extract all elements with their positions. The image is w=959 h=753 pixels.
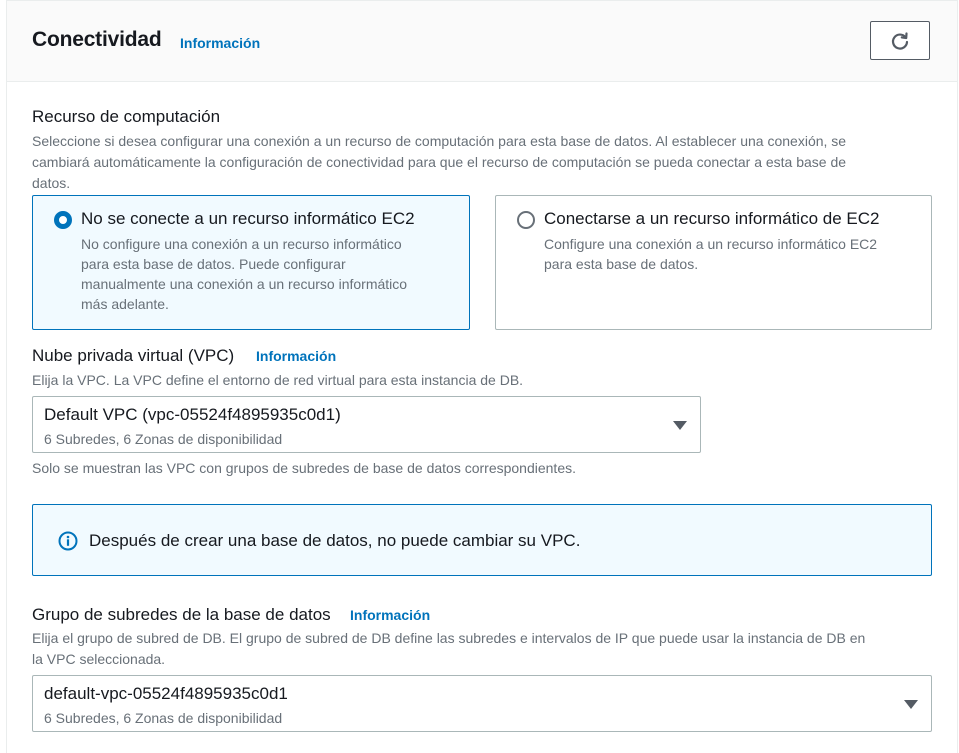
- vpc-selected-sub: 6 Subredes, 6 Zonas de disponibilidad: [44, 431, 283, 447]
- compute-resource-description: Seleccione si desea configurar una conex…: [32, 133, 847, 191]
- alert-text: Después de crear una base de datos, no p…: [89, 531, 581, 550]
- vpc-label: Nube privada virtual (VPC): [32, 346, 235, 365]
- option-title: No se conecte a un recurso informático E…: [81, 209, 415, 228]
- subnet-group-description: Elija el grupo de subred de DB. El grupo…: [32, 630, 866, 667]
- connectivity-panel: Conectividad Información Recurso de comp…: [6, 0, 958, 753]
- option-connect-ec2[interactable]: Conectarse a un recurso informático de E…: [495, 195, 932, 330]
- caret-down-icon: [673, 421, 687, 430]
- vpc-hint: Solo se muestran las VPC con grupos de s…: [32, 460, 576, 476]
- caret-down-icon: [904, 700, 918, 709]
- subnet-group-label: Grupo de subredes de la base de datos: [32, 605, 331, 624]
- vpc-info-link[interactable]: Información: [256, 348, 336, 364]
- option-no-connect-ec2[interactable]: No se conecte a un recurso informático E…: [32, 195, 470, 330]
- option-title: Conectarse a un recurso informático de E…: [544, 209, 880, 228]
- option-description: No configure una conexión a un recurso i…: [81, 236, 408, 312]
- info-link[interactable]: Información: [180, 35, 260, 51]
- vpc-description: Elija la VPC. La VPC define el entorno d…: [32, 372, 524, 388]
- subnet-group-select[interactable]: default-vpc-05524f4895935c0d1 6 Subredes…: [32, 675, 932, 732]
- refresh-button[interactable]: [870, 21, 930, 60]
- page-title: Conectividad: [32, 28, 162, 51]
- vpc-selected-value: Default VPC (vpc-05524f4895935c0d1): [44, 405, 341, 424]
- radio-no-connect-ec2[interactable]: [54, 211, 72, 229]
- radio-connect-ec2[interactable]: [517, 211, 535, 229]
- panel-header: Conectividad Información: [7, 1, 957, 82]
- vpc-select[interactable]: Default VPC (vpc-05524f4895935c0d1) 6 Su…: [32, 396, 701, 453]
- subnet-group-selected-sub: 6 Subredes, 6 Zonas de disponibilidad: [44, 710, 283, 726]
- compute-resource-label: Recurso de computación: [32, 107, 221, 126]
- vpc-info-alert: Después de crear una base de datos, no p…: [32, 504, 932, 576]
- option-description: Configure una conexión a un recurso info…: [544, 236, 878, 272]
- refresh-icon: [891, 31, 909, 50]
- subnet-group-selected-value: default-vpc-05524f4895935c0d1: [44, 684, 288, 703]
- info-icon: [58, 531, 78, 551]
- subnet-group-info-link[interactable]: Información: [350, 607, 430, 623]
